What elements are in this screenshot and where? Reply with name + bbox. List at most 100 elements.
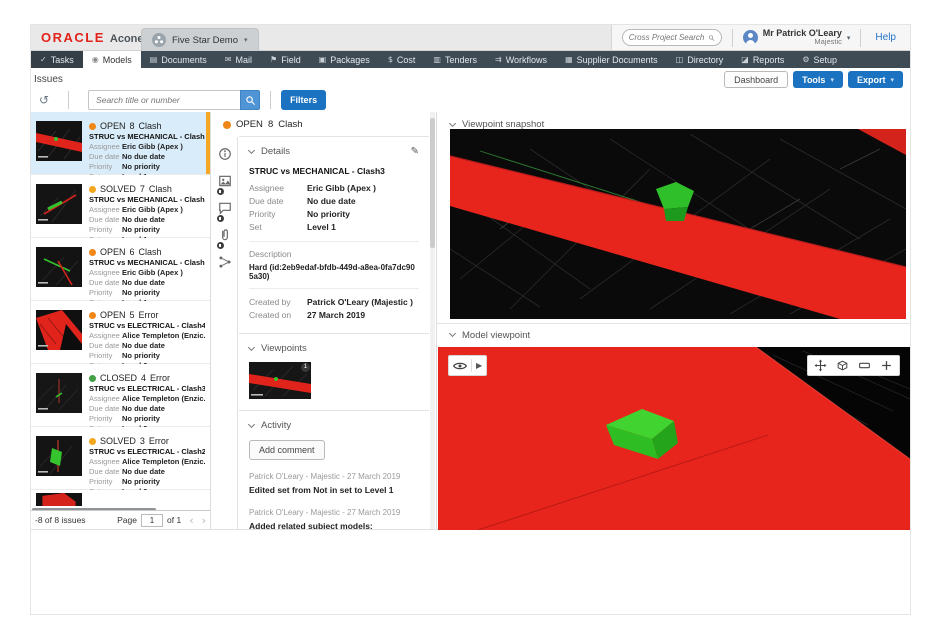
nav-reports[interactable]: ◪Reports [732, 51, 793, 68]
viewpoint-snapshot-header[interactable]: Viewpoint snapshot [437, 112, 910, 130]
activity-section-header[interactable]: Activity [249, 420, 419, 431]
nav-cost[interactable]: $Cost [379, 51, 425, 68]
issue-summary: OPEN 6 Clash STRUC vs MECHANICAL - Clash… [89, 247, 205, 300]
page-number-input[interactable] [141, 514, 163, 527]
detail-header: OPEN 8 Clash [212, 112, 435, 130]
description-label: Description [249, 249, 419, 259]
issue-title: STRUC vs MECHANICAL - Clash1 [89, 258, 205, 268]
search-icon[interactable] [708, 33, 715, 43]
issue-card-7[interactable]: SOLVED 7 Clash STRUC vs MECHANICAL - Cla… [31, 175, 210, 238]
user-avatar [743, 30, 758, 45]
user-menu[interactable]: Mr Patrick O'Leary Majestic ▾ [733, 28, 861, 47]
issue-summary: OPEN 5 Error STRUC vs ELECTRICAL - Clash… [89, 310, 205, 363]
refresh-icon[interactable]: ↺ [39, 93, 49, 107]
help-link[interactable]: Help [861, 32, 910, 43]
orbit-cube-icon[interactable] [836, 359, 849, 372]
nav-tenders[interactable]: ▥Tenders [424, 51, 486, 68]
detail-body: Details ✎ STRUC vs MECHANICAL - Clash3 A… [239, 136, 429, 529]
project-selector[interactable]: Five Star Demo ▾ [141, 28, 259, 51]
eye-icon[interactable] [453, 360, 467, 372]
package-icon: ▣ [319, 55, 327, 64]
comments-icon[interactable] [218, 201, 232, 215]
nav-supplier-documents[interactable]: ▦Supplier Documents [556, 51, 667, 68]
viewpoints-section-header[interactable]: Viewpoints [249, 343, 419, 354]
previous-page-icon[interactable]: ‹ [189, 514, 193, 527]
zoom-out-icon[interactable] [858, 359, 871, 372]
zoom-in-icon[interactable] [880, 359, 893, 372]
model-viewer-canvas[interactable]: ▶ [438, 347, 910, 530]
directory-icon: ◫ [676, 55, 684, 64]
project-icon [152, 33, 166, 47]
issue-search-input[interactable] [88, 90, 240, 110]
info-icon[interactable] [218, 147, 232, 161]
nav-tasks[interactable]: ✓Tasks [31, 51, 83, 68]
divider [249, 288, 419, 289]
supplier-documents-icon: ▦ [565, 55, 573, 64]
cross-project-search[interactable] [622, 29, 722, 46]
cross-project-search-input[interactable] [629, 33, 705, 42]
activity-entry: Patrick O'Leary - Majestic - 27 March 20… [249, 508, 419, 530]
nav-setup[interactable]: ⚙Setup [793, 51, 846, 68]
nav-field[interactable]: ⚑Field [261, 51, 310, 68]
nav-models[interactable]: ◉Models [83, 51, 141, 68]
divider [270, 91, 271, 109]
model-viewpoint-header[interactable]: Model viewpoint [437, 323, 910, 346]
chevron-down-icon: ▾ [890, 76, 894, 84]
flag-icon: ⚑ [270, 55, 277, 64]
chevron-down-icon: ▾ [244, 36, 248, 44]
selected-indicator [206, 112, 210, 174]
viewpoints-icon[interactable] [218, 174, 232, 188]
nav-workflows[interactable]: ⇉Workflows [486, 51, 556, 68]
count-badge [217, 242, 224, 249]
issues-toolbar: ↺ Filters [31, 89, 326, 111]
activity-section: Activity Add comment Patrick O'Leary - M… [239, 410, 429, 529]
issue-thumbnail [36, 493, 82, 506]
issue-title: STRUC vs MECHANICAL - Clash3 [89, 132, 205, 142]
vertical-scrollbar[interactable] [430, 112, 435, 529]
user-organization: Majestic [763, 38, 842, 47]
filters-button[interactable]: Filters [281, 90, 326, 110]
viewpoint-thumbnail[interactable]: 1 [249, 362, 311, 399]
status-dot [223, 121, 231, 129]
dashboard-button[interactable]: Dashboard [724, 71, 788, 88]
user-names: Mr Patrick O'Leary Majestic [763, 28, 842, 47]
issue-card-4[interactable]: CLOSED 4 Error STRUC vs ELECTRICAL - Cla… [31, 364, 210, 427]
issue-card-partial[interactable] [31, 490, 210, 506]
result-count: -8 of 8 issues [35, 515, 86, 525]
nav-mail[interactable]: ✉Mail [216, 51, 261, 68]
search-button[interactable] [240, 90, 260, 110]
attachments-icon[interactable] [218, 228, 232, 242]
nav-packages[interactable]: ▣Packages [310, 51, 379, 68]
chevron-down-icon [248, 146, 255, 153]
issue-thumbnail [36, 310, 82, 350]
pan-icon[interactable] [814, 359, 827, 372]
aconex-app-window: ORACLE Aconex Five Star Demo ▾ Mr Patric… [30, 24, 911, 615]
issue-thumbnail [36, 184, 82, 224]
next-page-icon[interactable]: › [202, 514, 206, 527]
tools-button[interactable]: Tools▾ [793, 71, 843, 88]
count-badge [217, 188, 224, 195]
issue-card-6[interactable]: OPEN 6 Clash STRUC vs MECHANICAL - Clash… [31, 238, 210, 301]
viewpoint-panel: Viewpoint snapshot [436, 112, 910, 529]
details-section-header[interactable]: Details ✎ [249, 146, 419, 157]
edit-icon[interactable]: ✎ [411, 146, 419, 157]
issue-title: STRUC vs ELECTRICAL - Clash4 [89, 321, 205, 331]
scrollbar-thumb[interactable] [430, 118, 435, 248]
export-button[interactable]: Export▾ [848, 71, 903, 88]
relations-icon[interactable] [218, 255, 232, 269]
issue-card-8[interactable]: OPEN 8 Clash STRUC vs MECHANICAL - Clash… [31, 112, 210, 175]
nav-directory[interactable]: ◫Directory [667, 51, 733, 68]
nav-documents[interactable]: ▤Documents [141, 51, 216, 68]
chevron-down-icon [449, 119, 456, 126]
issue-thumbnail [36, 373, 82, 413]
issue-title: STRUC vs ELECTRICAL - Clash3 [89, 384, 205, 394]
add-comment-button[interactable]: Add comment [249, 440, 325, 460]
chevron-down-icon [248, 420, 255, 427]
status-dot [89, 438, 96, 445]
activity-text: Edited set from Not in set to Level 1 [249, 485, 419, 496]
issue-card-5[interactable]: OPEN 5 Error STRUC vs ELECTRICAL - Clash… [31, 301, 210, 364]
issue-card-3[interactable]: SOLVED 3 Error STRUC vs ELECTRICAL - Cla… [31, 427, 210, 490]
status-dot [89, 375, 96, 382]
expand-tools-icon[interactable]: ▶ [476, 361, 482, 370]
detail-icon-rail [212, 137, 238, 529]
